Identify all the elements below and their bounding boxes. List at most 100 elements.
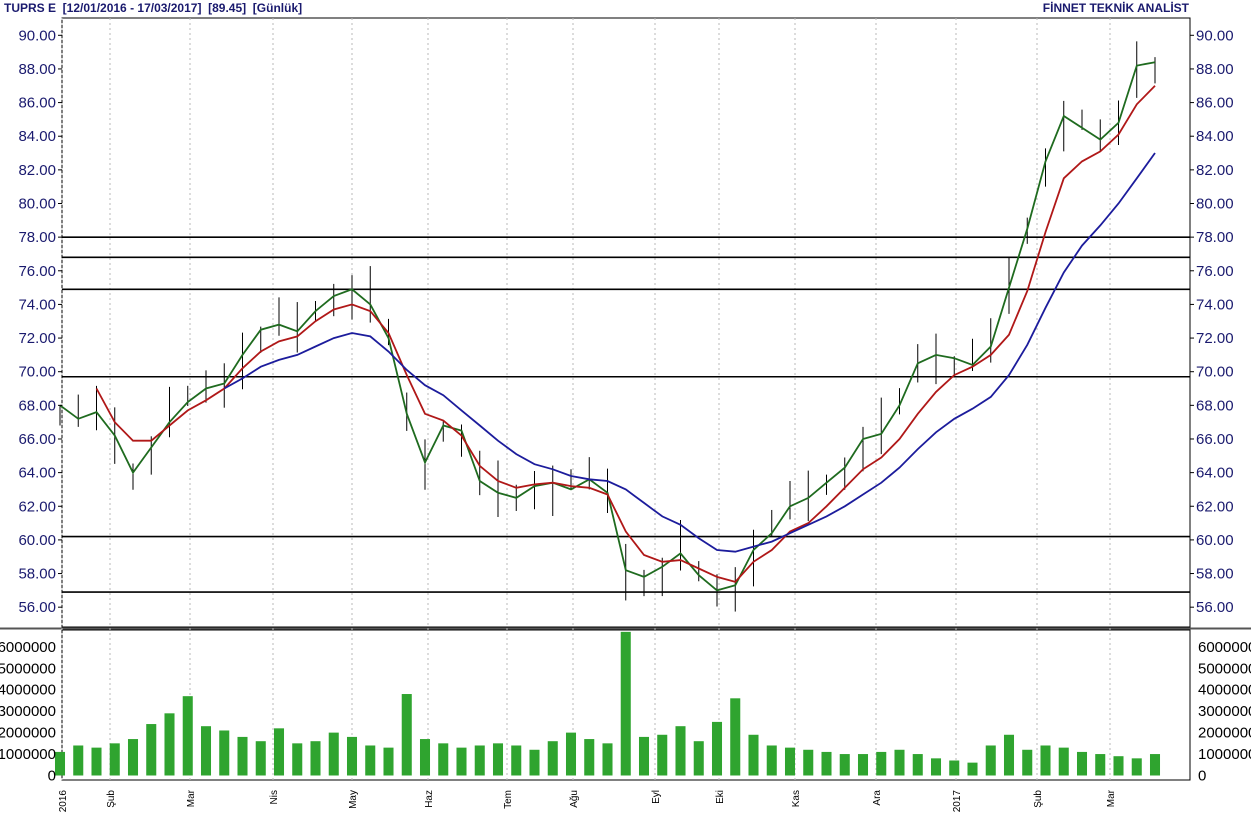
volume-tick-left: 6000000 xyxy=(0,639,56,656)
price-tick-left: 72.00 xyxy=(18,330,56,347)
volume-bar xyxy=(839,754,850,776)
price-tick-right: 56.00 xyxy=(1196,599,1234,616)
volume-bar xyxy=(401,694,412,776)
volume-tick-left: 2000000 xyxy=(0,725,56,742)
x-tick-label: Eyl xyxy=(651,790,662,804)
volume-tick-right: 0 xyxy=(1198,768,1206,785)
price-tick-left: 88.00 xyxy=(18,61,56,78)
price-tick-right: 88.00 xyxy=(1196,61,1234,78)
volume-bar xyxy=(164,713,175,776)
volume-bar xyxy=(511,745,522,776)
price-tick-right: 86.00 xyxy=(1196,95,1234,112)
price-tick-left: 62.00 xyxy=(18,498,56,515)
volume-tick-left: 5000000 xyxy=(0,660,56,677)
price-tick-left: 74.00 xyxy=(18,296,56,313)
volume-tick-right: 3000000 xyxy=(1198,703,1251,720)
price-tick-right: 82.00 xyxy=(1196,162,1234,179)
x-tick-label: Haz xyxy=(424,790,435,808)
price-tick-right: 90.00 xyxy=(1196,27,1234,44)
grid-lines xyxy=(61,18,1111,780)
price-tick-left: 68.00 xyxy=(18,397,56,414)
price-tick-right: 78.00 xyxy=(1196,229,1234,246)
price-tick-right: 84.00 xyxy=(1196,128,1234,145)
volume-bar xyxy=(657,734,668,776)
volume-bar xyxy=(365,745,376,776)
volume-bar xyxy=(748,734,759,776)
volume-bar xyxy=(456,747,467,776)
volume-bar xyxy=(766,745,777,776)
volume-bar xyxy=(693,741,704,776)
volume-bar xyxy=(675,726,686,776)
price-tick-left: 64.00 xyxy=(18,465,56,482)
price-tick-right: 64.00 xyxy=(1196,465,1234,482)
x-tick-label: Tem xyxy=(503,790,514,809)
volume-bar xyxy=(346,736,358,776)
price-tick-left: 90.00 xyxy=(18,27,56,44)
x-tick-label: May xyxy=(348,790,359,809)
volume-bar xyxy=(912,754,923,776)
price-tick-right: 68.00 xyxy=(1196,397,1234,414)
support-resistance-lines xyxy=(62,236,1190,593)
x-tick-label: Mar xyxy=(186,789,197,807)
price-bars xyxy=(59,41,1156,612)
price-tick-left: 80.00 xyxy=(18,196,56,213)
price-tick-right: 70.00 xyxy=(1196,364,1234,381)
price-tick-right: 72.00 xyxy=(1196,330,1234,347)
price-tick-left: 56.00 xyxy=(18,599,56,616)
price-tick-left: 66.00 xyxy=(18,431,56,448)
volume-bar xyxy=(821,751,832,776)
volume-bar xyxy=(438,743,449,776)
volume-bar xyxy=(127,739,139,776)
volume-bar xyxy=(857,754,869,776)
x-tick-label: Mar xyxy=(1106,789,1117,807)
volume-bar xyxy=(638,736,650,776)
price-tick-right: 58.00 xyxy=(1196,566,1234,583)
volume-bar xyxy=(237,736,248,776)
volume-bar xyxy=(1095,754,1106,776)
volume-bar xyxy=(492,743,504,776)
volume-bar xyxy=(200,726,212,776)
volume-bar xyxy=(182,696,193,776)
price-panel-border xyxy=(61,17,1191,628)
price-tick-right: 66.00 xyxy=(1196,431,1234,448)
volume-bar xyxy=(711,721,723,776)
price-tick-left: 60.00 xyxy=(18,532,56,549)
volume-bar xyxy=(620,631,631,776)
volume-bar xyxy=(474,745,485,776)
x-tick-label: Şub xyxy=(1033,790,1044,808)
volume-bar xyxy=(803,749,814,776)
price-tick-left: 84.00 xyxy=(18,128,56,145)
price-tick-right: 80.00 xyxy=(1196,196,1234,213)
x-tick-label: Ara xyxy=(872,790,883,806)
volume-tick-right: 1000000 xyxy=(1198,746,1251,763)
price-tick-left: 82.00 xyxy=(18,162,56,179)
volume-bar xyxy=(1022,749,1033,776)
volume-bar xyxy=(273,728,285,776)
volume-bar xyxy=(292,743,303,776)
x-tick-label: 2017 xyxy=(952,790,963,813)
volume-bar xyxy=(73,745,84,776)
volume-tick-left: 1000000 xyxy=(0,746,56,763)
volume-bar xyxy=(1058,747,1069,776)
x-tick-label: Şub xyxy=(106,790,117,808)
volume-bar xyxy=(1076,751,1088,776)
ma_mid-line xyxy=(95,85,1156,583)
volume-bar xyxy=(383,747,394,776)
volume-bar xyxy=(1040,745,1051,776)
volume-bar xyxy=(91,747,102,776)
volume-bar xyxy=(967,762,978,776)
price-tick-right: 62.00 xyxy=(1196,498,1234,515)
price-tick-right: 74.00 xyxy=(1196,296,1234,313)
volume-bar xyxy=(949,760,960,776)
volume-bar xyxy=(1113,756,1124,776)
ma_long-line xyxy=(223,152,1156,553)
volume-bar xyxy=(565,732,577,776)
volume-bar xyxy=(328,732,339,776)
volume-bar xyxy=(529,749,540,776)
volume-bar xyxy=(419,739,431,776)
volume-bar xyxy=(584,739,595,776)
volume-bar xyxy=(876,751,887,776)
price-tick-right: 76.00 xyxy=(1196,263,1234,280)
x-tick-label: Ağu xyxy=(569,790,580,808)
volume-bar xyxy=(1003,734,1015,776)
